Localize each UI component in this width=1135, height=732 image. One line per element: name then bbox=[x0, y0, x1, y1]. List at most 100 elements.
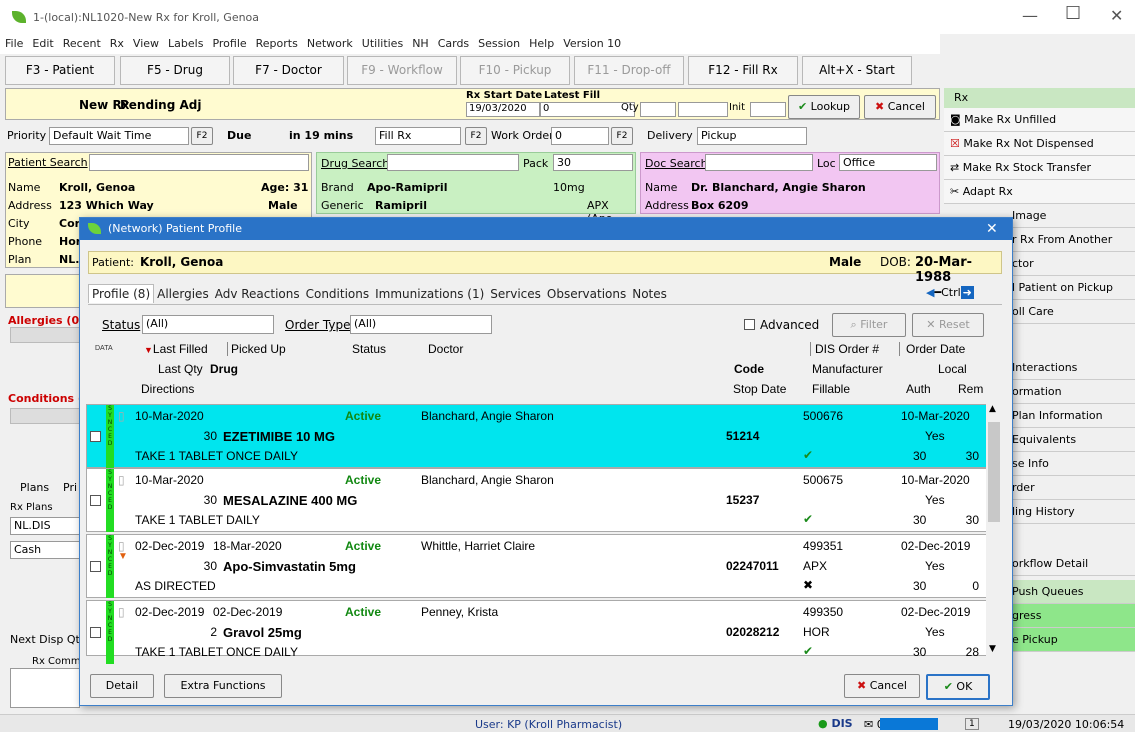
tab-1[interactable]: Allergies bbox=[154, 285, 212, 303]
fill-f2-button[interactable]: F2 bbox=[465, 127, 487, 145]
patient-fkey-button[interactable]: F3 - Patient bbox=[5, 56, 115, 85]
menu-item[interactable]: Labels bbox=[163, 34, 207, 50]
dropoff-fkey-button[interactable]: F11 - Drop-off bbox=[574, 56, 684, 85]
doctor-fkey-button[interactable]: F7 - Doctor bbox=[233, 56, 344, 85]
maximize-icon[interactable]: ☐ bbox=[1065, 3, 1081, 24]
conditions-label[interactable]: Conditions ( bbox=[8, 392, 83, 405]
filter-button[interactable]: ⌕ Filter bbox=[832, 313, 906, 337]
row-checkbox[interactable] bbox=[90, 495, 101, 506]
menu-item[interactable]: Cards bbox=[433, 34, 473, 50]
dialog-cancel-button[interactable]: ✖ Cancel bbox=[844, 674, 920, 698]
table-row[interactable]: SYNCED ▯ 10-Mar-2020 Active Blanchard, Angie… bbox=[86, 468, 989, 532]
reset-button[interactable]: ✕ Reset bbox=[912, 313, 984, 337]
plan-item-2[interactable]: Cash bbox=[10, 541, 80, 559]
note-icon[interactable]: ▯ bbox=[118, 605, 125, 619]
make-rx-not-dispensed[interactable]: ☒ Make Rx Not Dispensed bbox=[944, 132, 1135, 156]
make-rx-stock-transfer[interactable]: ⇄ Make Rx Stock Transfer bbox=[944, 156, 1135, 180]
menu-item[interactable]: Session bbox=[473, 34, 524, 50]
header-doctor[interactable]: Doctor bbox=[428, 342, 463, 356]
advanced-checkbox[interactable] bbox=[744, 319, 755, 330]
menu-item[interactable]: Version 10 bbox=[558, 34, 625, 50]
start-fkey-button[interactable]: Alt+X - Start bbox=[802, 56, 912, 85]
table-row[interactable]: SYNCED ▯ ▼ 02-Dec-2019 18-Mar-2020 Active Whit… bbox=[86, 534, 989, 598]
delivery-select[interactable]: Pickup bbox=[697, 127, 807, 145]
adapt-rx[interactable]: ✂ Adapt Rx bbox=[944, 180, 1135, 204]
drug-search-input[interactable] bbox=[387, 154, 519, 171]
scroll-up-icon[interactable]: ▲ bbox=[989, 404, 996, 414]
init-field[interactable] bbox=[750, 102, 786, 117]
dialog-close-icon[interactable]: ✕ bbox=[986, 218, 998, 240]
menu-item[interactable]: Profile bbox=[207, 34, 250, 50]
tab-6[interactable]: Observations bbox=[544, 285, 629, 303]
lookup-button[interactable]: ✔ Lookup bbox=[788, 95, 860, 119]
pack-select[interactable]: 30 bbox=[553, 154, 633, 171]
list-scrollbar[interactable]: ▲ ▼ bbox=[986, 404, 1003, 659]
row-checkbox[interactable] bbox=[90, 561, 101, 572]
menu-item[interactable]: Help bbox=[524, 34, 558, 50]
minimize-icon[interactable]: — bbox=[1022, 6, 1038, 25]
menu-item[interactable]: Recent bbox=[58, 34, 105, 50]
menu-item[interactable]: Reports bbox=[251, 34, 302, 50]
qty-field-2[interactable] bbox=[678, 102, 728, 117]
note-icon[interactable]: ▯ bbox=[118, 473, 125, 487]
patient-search-input[interactable] bbox=[89, 154, 309, 171]
table-row[interactable]: SYNCED ▯ 10-Mar-2020 Active Blanchard, Angie… bbox=[86, 404, 989, 468]
synced-badge: SYNCED bbox=[106, 405, 114, 468]
work-order-f2-button[interactable]: F2 bbox=[611, 127, 633, 145]
priority-select[interactable]: Default Wait Time bbox=[49, 127, 189, 145]
f2-button[interactable]: F2 bbox=[191, 127, 213, 145]
row-checkbox[interactable] bbox=[90, 431, 101, 442]
tab-0[interactable]: Profile (8) bbox=[88, 284, 155, 303]
detail-button[interactable]: Detail bbox=[90, 674, 154, 698]
work-order-field[interactable]: 0 bbox=[551, 127, 609, 145]
tab-7[interactable]: Notes bbox=[629, 285, 670, 303]
allergies-label[interactable]: Allergies (0) bbox=[8, 314, 84, 327]
scroll-down-icon[interactable]: ▼ bbox=[989, 644, 996, 654]
status-filter-select[interactable]: (All) bbox=[142, 315, 274, 334]
workflow-fkey-button[interactable]: F9 - Workflow bbox=[347, 56, 457, 85]
rx-comment-input[interactable] bbox=[10, 668, 80, 708]
close-icon[interactable]: ✕ bbox=[1110, 6, 1123, 25]
fill-type-field[interactable]: Fill Rx bbox=[375, 127, 461, 145]
rx-start-date-field[interactable]: 19/03/2020 bbox=[466, 102, 540, 117]
menu-item[interactable]: Network bbox=[302, 34, 357, 50]
plan-item-1[interactable]: NL.DIS bbox=[10, 517, 80, 535]
tab-3[interactable]: Conditions bbox=[303, 285, 373, 303]
tab-4[interactable]: Immunizations (1) bbox=[372, 285, 487, 303]
plans-tab[interactable]: Plans bbox=[20, 481, 49, 494]
extra-functions-button[interactable]: Extra Functions bbox=[164, 674, 282, 698]
tab-scroll-left[interactable]: ◀━Ctrl ➜ bbox=[926, 286, 974, 299]
header-status[interactable]: Status bbox=[352, 342, 386, 356]
row-checkbox[interactable] bbox=[90, 627, 101, 638]
tab-2[interactable]: Adv Reactions bbox=[212, 285, 303, 303]
tab-5[interactable]: Services bbox=[487, 285, 544, 303]
order-type-select[interactable]: (All) bbox=[350, 315, 492, 334]
header-order-date[interactable]: Order Date bbox=[899, 342, 965, 356]
ok-button[interactable]: ✔ OK bbox=[926, 674, 990, 700]
header-dis-order[interactable]: DIS Order # bbox=[810, 342, 879, 356]
doc-search-input[interactable] bbox=[705, 154, 813, 171]
menu-item[interactable]: View bbox=[128, 34, 163, 50]
menu-item[interactable]: Utilities bbox=[357, 34, 407, 50]
drug-fkey-button[interactable]: F5 - Drug bbox=[120, 56, 230, 85]
cancel-rx-button[interactable]: ✖ Cancel bbox=[864, 95, 936, 119]
header-picked-up[interactable]: Picked Up bbox=[227, 342, 286, 356]
note-icon[interactable]: ▯ bbox=[118, 409, 125, 423]
menu-item[interactable]: Rx bbox=[105, 34, 128, 50]
fill-rx-fkey-button[interactable]: F12 - Fill Rx bbox=[688, 56, 798, 85]
qty-field[interactable] bbox=[640, 102, 676, 117]
patient-profile-dialog: (Network) Patient Profile ✕ Patient: Kro… bbox=[79, 217, 1013, 706]
scroll-thumb[interactable] bbox=[988, 422, 1000, 522]
arrow-right-icon[interactable]: ➜ bbox=[960, 286, 974, 299]
header-last-filled[interactable]: ▼Last Filled bbox=[144, 342, 208, 356]
make-rx-unfilled[interactable]: ◙ Make Rx Unfilled bbox=[944, 108, 1135, 132]
pri-tab[interactable]: Pri bbox=[63, 481, 77, 494]
loc-select[interactable]: Office bbox=[839, 154, 937, 171]
table-row[interactable]: SYNCED ▯ 02-Dec-2019 02-Dec-2019 Active Penne… bbox=[86, 600, 989, 664]
directions: TAKE 1 TABLET ONCE DAILY bbox=[135, 645, 298, 659]
pickup-fkey-button[interactable]: F10 - Pickup bbox=[460, 56, 570, 85]
init-label: Init bbox=[729, 102, 745, 113]
menu-item[interactable]: Edit bbox=[27, 34, 57, 50]
menu-item[interactable]: File bbox=[0, 34, 27, 50]
menu-item[interactable]: NH bbox=[407, 34, 433, 50]
